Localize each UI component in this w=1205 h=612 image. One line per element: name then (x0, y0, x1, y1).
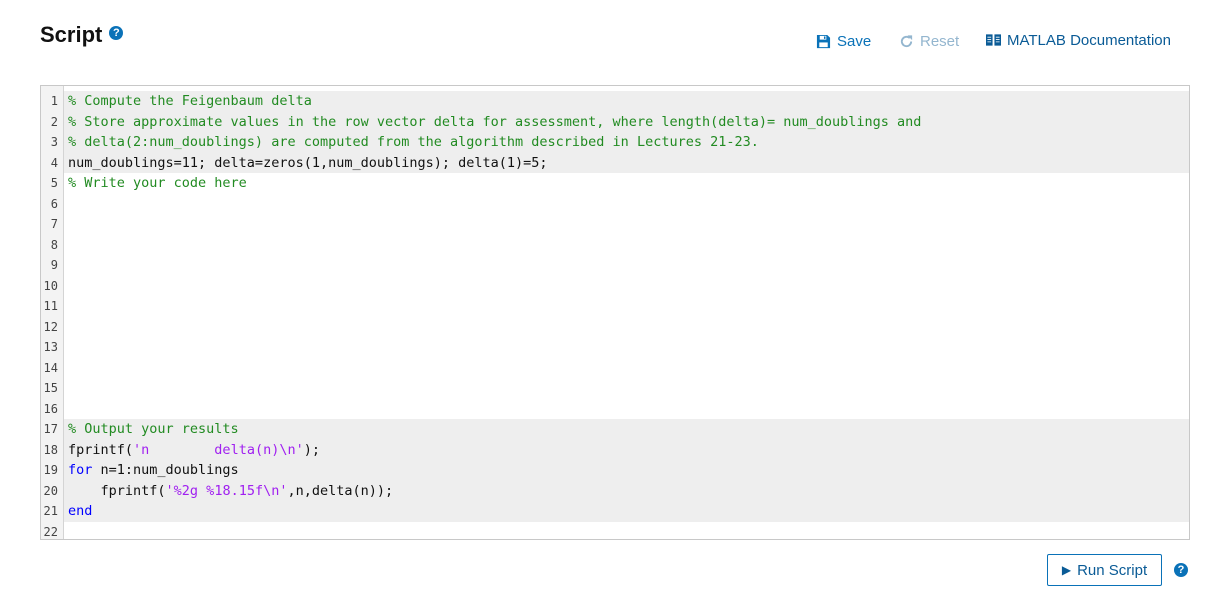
code-line[interactable]: 9 (41, 255, 1189, 276)
reset-button[interactable]: Reset (899, 30, 959, 52)
code-token: fprintf( (68, 441, 134, 458)
code-text[interactable] (64, 317, 1189, 338)
code-token: ,n,delta(n)); (287, 482, 394, 499)
code-line[interactable]: 18 fprintf('n delta(n)\n'); (41, 439, 1189, 460)
code-text[interactable]: for n=1:num_doublings (64, 460, 1189, 481)
reset-label: Reset (920, 32, 960, 50)
code-token: fprintf( (68, 482, 166, 499)
line-number: 2 (50, 114, 58, 129)
line-number: 20 (43, 483, 58, 498)
save-button[interactable]: Save (816, 30, 871, 52)
code-text[interactable]: fprintf('n delta(n)\n'); (64, 439, 1189, 460)
code-text[interactable] (64, 276, 1189, 297)
code-line[interactable]: 7 (41, 214, 1189, 235)
line-number: 15 (43, 381, 58, 395)
line-number: 5 (50, 176, 58, 190)
line-number: 21 (43, 504, 58, 518)
code-line[interactable]: 4 num_doublings=11; delta=zeros(1,num_dou… (41, 152, 1189, 173)
code-token: % Store approximate values in the row ve… (68, 113, 922, 130)
code-line[interactable]: 16 (41, 399, 1189, 420)
page-header: Script ? (40, 22, 124, 48)
code-text[interactable]: % Output your results (64, 419, 1189, 440)
play-icon: ▶ (1061, 563, 1072, 577)
save-label: Save (837, 32, 872, 50)
code-text[interactable] (64, 235, 1189, 256)
line-number: 8 (50, 237, 58, 252)
floppy-disk-icon (816, 34, 831, 48)
code-line[interactable]: 13 (41, 337, 1189, 358)
code-text[interactable]: % Compute the Feigenbaum delta (64, 91, 1189, 112)
code-text[interactable]: % delta(2:num_doublings) are computed fr… (64, 132, 1189, 153)
matlab-documentation-link[interactable]: MATLAB Documentation (986, 29, 1171, 51)
code-line[interactable]: 2 % Store approximate values in the row v… (41, 111, 1189, 132)
line-number: 10 (43, 278, 58, 293)
run-script-button[interactable]: ▶ Run Script (1047, 554, 1162, 586)
code-token: % Write your code here (68, 175, 247, 191)
line-number: 4 (50, 155, 58, 170)
code-token: n=1:num_doublings (92, 462, 239, 478)
line-number: 16 (43, 401, 58, 416)
line-number: 11 (43, 299, 58, 313)
code-line[interactable]: 15 (41, 378, 1189, 399)
run-help-icon[interactable]: ? (1174, 563, 1188, 577)
code-text[interactable] (64, 378, 1189, 399)
code-line[interactable]: 14 (41, 358, 1189, 379)
line-number: 6 (50, 196, 58, 211)
code-token: % Compute the Feigenbaum delta (68, 93, 312, 109)
page-title: Script (40, 22, 103, 47)
line-number: 22 (43, 524, 58, 539)
code-text[interactable]: % Store approximate values in the row ve… (64, 111, 1189, 132)
refresh-icon (900, 34, 913, 47)
code-line[interactable]: 11 (41, 296, 1189, 317)
code-text[interactable]: num_doublings=11; delta=zeros(1,num_doub… (64, 152, 1189, 173)
code-line[interactable]: 22 (41, 522, 1189, 540)
code-token: ); (303, 441, 320, 458)
run-script-label: Run Script (1077, 561, 1148, 579)
code-text[interactable] (64, 255, 1189, 276)
line-number: 14 (43, 360, 58, 375)
code-line[interactable]: 12 (41, 317, 1189, 338)
code-lines[interactable]: 1 % Compute the Feigenbaum delta 2 % Store … (41, 91, 1189, 540)
code-text[interactable]: fprintf('%2g %18.15f\n',n,delta(n)); (64, 480, 1189, 501)
code-line[interactable]: 20 fprintf('%2g %18.15f\n',n,delta(n)); (41, 480, 1189, 501)
code-text[interactable] (64, 296, 1189, 317)
code-text[interactable] (64, 399, 1189, 420)
code-token: num_doublings=11; delta=zeros(1,num_doub… (68, 154, 548, 171)
book-icon (986, 34, 1001, 46)
code-line[interactable]: 17 % Output your results (41, 419, 1189, 440)
code-text[interactable] (64, 522, 1189, 540)
code-line[interactable]: 1 % Compute the Feigenbaum delta (41, 91, 1189, 112)
code-token: % Output your results (68, 421, 239, 437)
code-token: '%2g %18.15f\n' (165, 482, 288, 499)
code-text[interactable] (64, 194, 1189, 215)
line-number: 13 (43, 340, 58, 354)
code-token: % delta(2:num_doublings) are computed fr… (68, 134, 759, 150)
code-line[interactable]: 21 end (41, 501, 1189, 522)
code-token: end (68, 503, 93, 519)
help-icon[interactable]: ? (109, 26, 124, 40)
documentation-label: MATLAB Documentation (1007, 31, 1171, 49)
code-text[interactable] (64, 358, 1189, 379)
line-number: 7 (50, 217, 58, 231)
line-number: 3 (50, 135, 58, 149)
line-number: 18 (43, 442, 58, 457)
line-number: 1 (50, 94, 58, 108)
code-text[interactable]: % Write your code here (64, 173, 1189, 194)
code-line[interactable]: 5 % Write your code here (41, 173, 1189, 194)
code-line[interactable]: 10 (41, 276, 1189, 297)
code-text[interactable] (64, 337, 1189, 358)
code-text[interactable]: end (64, 501, 1189, 522)
line-number: 17 (43, 422, 58, 436)
code-line[interactable]: 8 (41, 235, 1189, 256)
line-number: 19 (43, 463, 58, 477)
line-number: 12 (43, 319, 58, 334)
code-line[interactable]: 6 (41, 194, 1189, 215)
code-line[interactable]: 19 for n=1:num_doublings (41, 460, 1189, 481)
code-token: for (68, 462, 93, 478)
code-line[interactable]: 3 % delta(2:num_doublings) are computed f… (41, 132, 1189, 153)
code-editor[interactable]: 1 % Compute the Feigenbaum delta 2 % Store … (40, 85, 1190, 540)
code-text[interactable] (64, 214, 1189, 235)
code-token: 'n delta(n)\n' (133, 441, 304, 458)
line-number: 9 (50, 258, 58, 272)
